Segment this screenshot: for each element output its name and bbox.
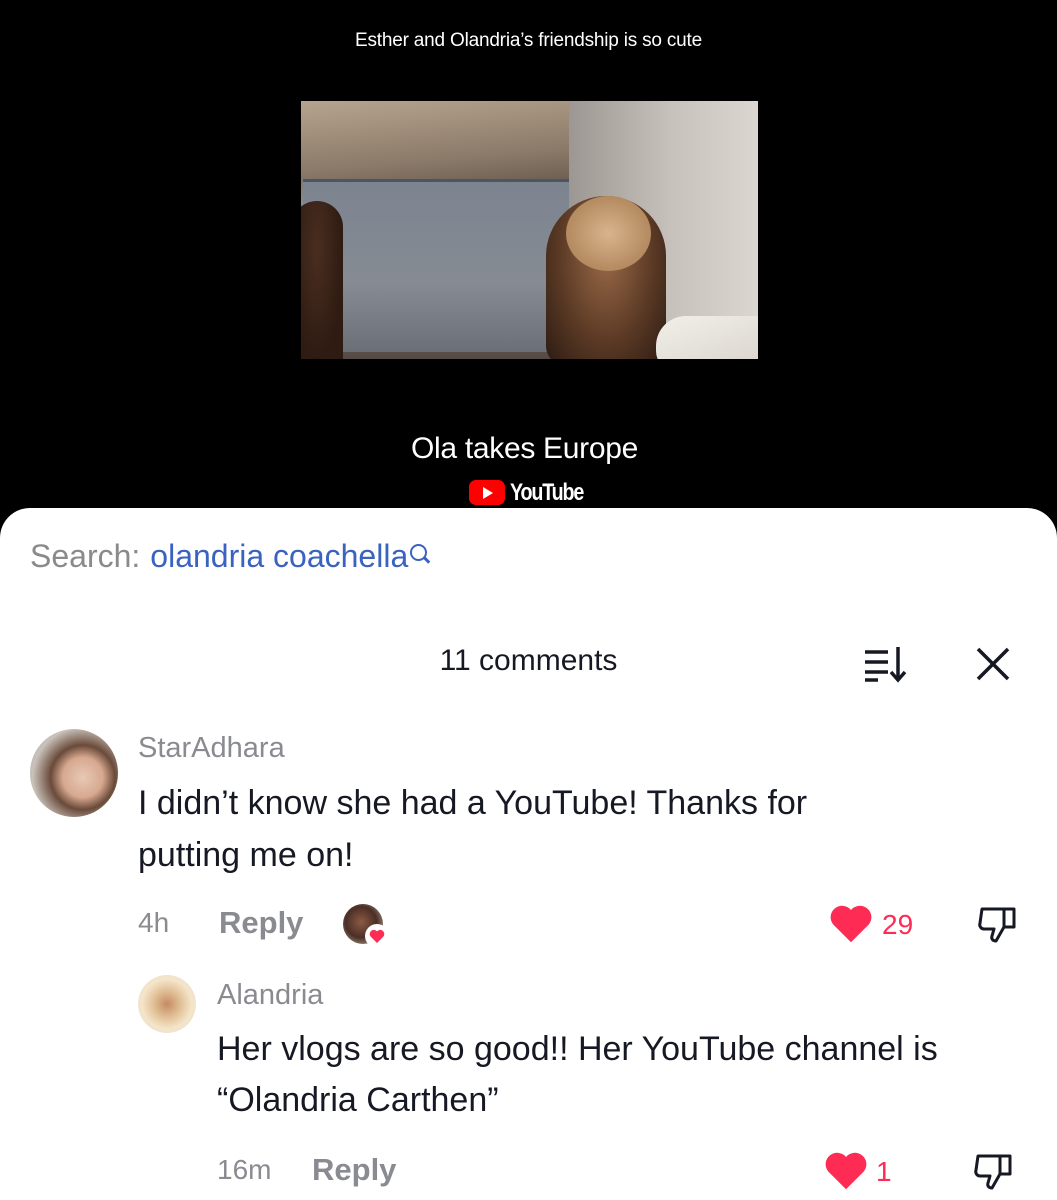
thumb-hair [566,196,651,271]
comment-time: 16m [217,1154,272,1185]
youtube-badge: YouTube [469,478,599,507]
comment-text-line: putting me on! [138,836,354,874]
video-title: Ola takes Europe [411,432,638,465]
comments-header: 11 comments [0,642,1057,683]
avatar[interactable] [30,729,118,817]
comment-time: 4h [138,907,170,938]
dislike-icon[interactable] [972,1152,1016,1192]
dislike-icon[interactable] [976,905,1020,945]
search-term[interactable]: olandria coachella [150,538,408,575]
comment-username[interactable]: Alandria [217,979,323,1012]
like-count: 29 [882,909,914,940]
comment-text-line: “Olandria Carthen” [217,1081,499,1119]
sort-icon[interactable] [864,645,908,683]
youtube-label: YouTube [510,478,584,506]
comment-text-line: I didn’t know she had a YouTube! Thanks … [138,784,808,822]
reply-button[interactable]: Reply [312,1152,396,1188]
creator-liked-heart-icon [365,924,389,948]
like-count: 1 [876,1156,892,1187]
creator-liked-avatar [343,904,389,948]
like-heart-icon[interactable] [829,903,873,943]
thumb-person-left [301,201,343,359]
comments-sheet: Search: olandria coachella 11 comments S… [0,508,1057,1200]
like-heart-icon[interactable] [824,1150,868,1190]
search-icon [410,544,428,561]
reply-button[interactable]: Reply [219,905,303,941]
thumb-wall [303,179,574,352]
video-thumbnail[interactable] [301,101,758,359]
search-suggestion[interactable]: Search: olandria coachella [30,538,428,575]
search-prefix: Search: [30,538,141,574]
youtube-play-icon [469,480,505,505]
video-player[interactable]: Esther and Olandria’s friendship is so c… [0,0,1057,520]
avatar[interactable] [138,975,196,1033]
comment-username[interactable]: StarAdhara [138,732,285,765]
comment-text-line: Her vlogs are so good!! Her YouTube chan… [217,1030,938,1068]
video-caption: Esther and Olandria’s friendship is so c… [355,30,702,51]
close-icon[interactable] [974,645,1012,683]
thumb-hand [656,316,758,359]
